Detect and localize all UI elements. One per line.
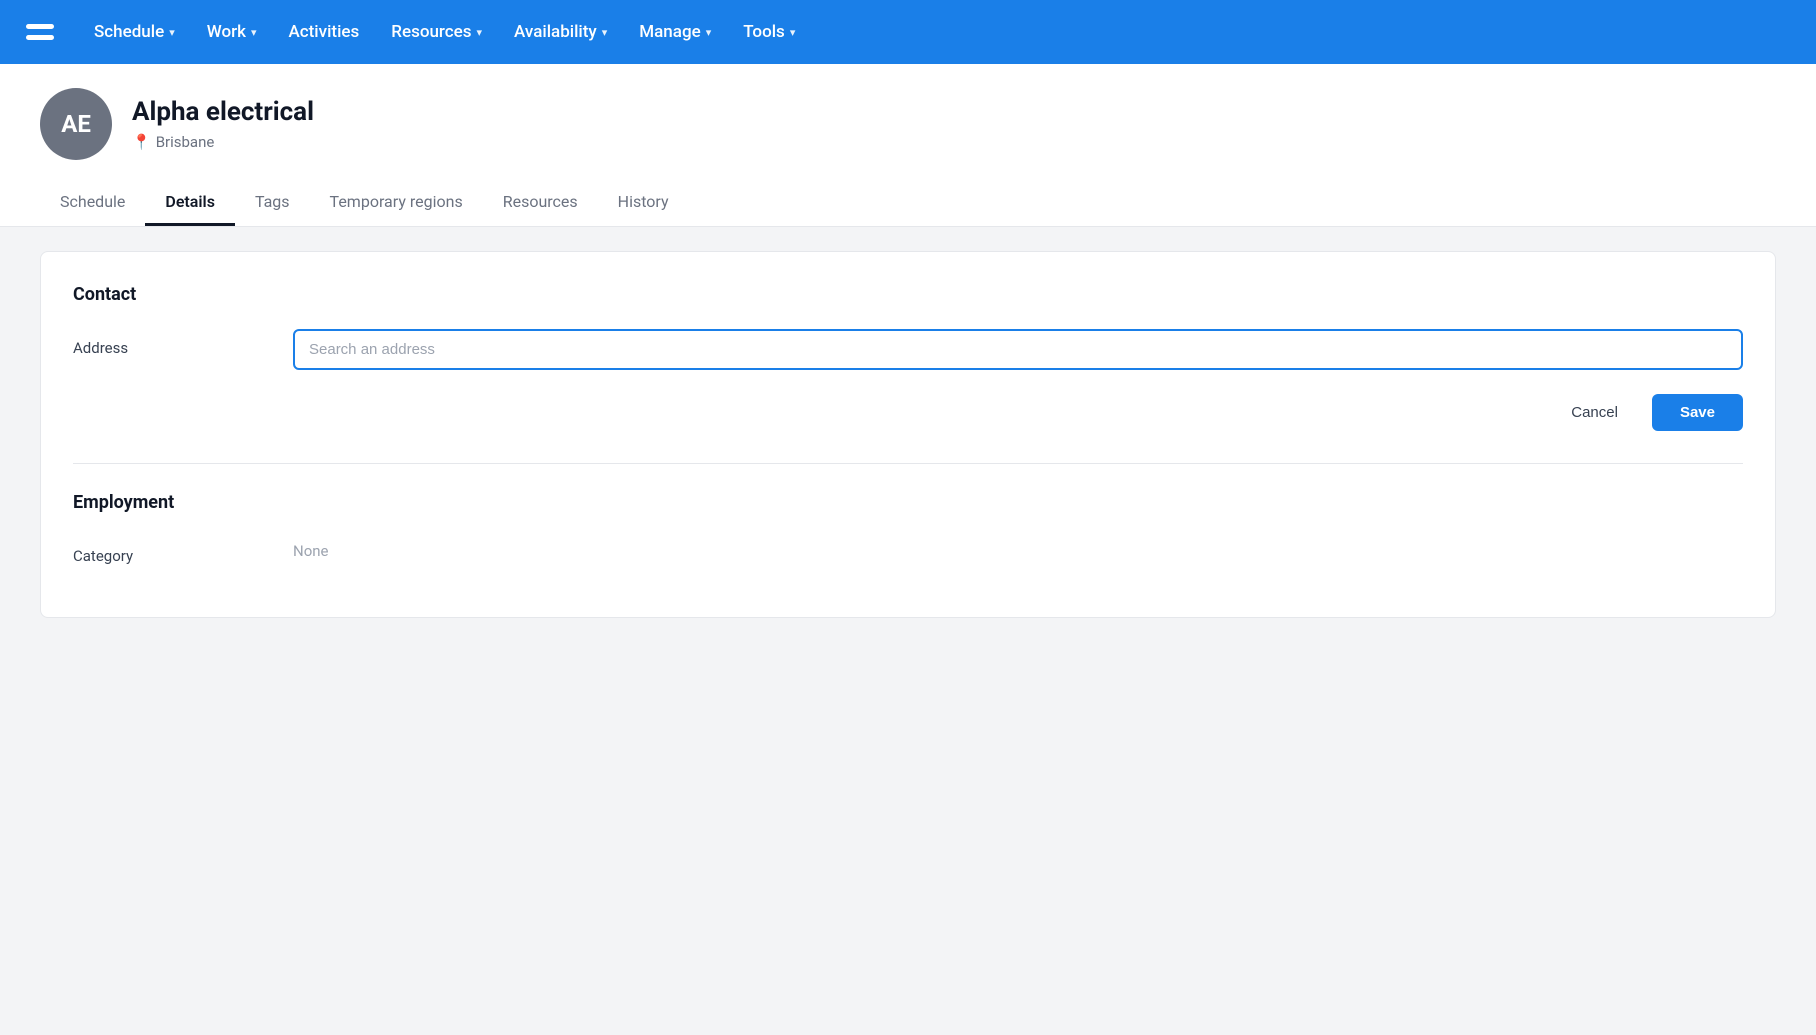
profile-location: 📍 Brisbane xyxy=(132,133,314,151)
brand-icon xyxy=(20,12,60,52)
nav-tools[interactable]: Tools ▾ xyxy=(729,14,809,50)
address-row: Address xyxy=(73,329,1743,370)
save-button[interactable]: Save xyxy=(1652,394,1743,431)
nav-availability[interactable]: Availability ▾ xyxy=(500,14,621,50)
address-input-wrap xyxy=(293,329,1743,370)
main-content: Contact Address Cancel Save Employment C… xyxy=(0,227,1816,1035)
chevron-down-icon: ▾ xyxy=(602,26,608,39)
profile-header: AE Alpha electrical 📍 Brisbane Schedule … xyxy=(0,64,1816,227)
category-value: None xyxy=(293,542,329,560)
address-input[interactable] xyxy=(293,329,1743,370)
tab-temporary-regions[interactable]: Temporary regions xyxy=(310,180,483,226)
chevron-down-icon: ▾ xyxy=(251,26,257,39)
nav-activities[interactable]: Activities xyxy=(275,14,374,50)
tab-tags[interactable]: Tags xyxy=(235,180,310,226)
tab-details[interactable]: Details xyxy=(145,180,235,226)
address-label: Address xyxy=(73,329,273,357)
tab-resources[interactable]: Resources xyxy=(483,180,598,226)
form-actions: Cancel Save xyxy=(73,394,1743,431)
cancel-button[interactable]: Cancel xyxy=(1549,394,1640,431)
contact-section-title: Contact xyxy=(73,284,1743,305)
nav-resources[interactable]: Resources ▾ xyxy=(377,14,496,50)
chevron-down-icon: ▾ xyxy=(790,26,796,39)
section-divider xyxy=(73,463,1743,464)
profile-name: Alpha electrical xyxy=(132,97,314,127)
location-pin-icon: 📍 xyxy=(132,133,151,151)
details-card: Contact Address Cancel Save Employment C… xyxy=(40,251,1776,618)
chevron-down-icon: ▾ xyxy=(706,26,712,39)
top-navigation: Schedule ▾ Work ▾ Activities Resources ▾… xyxy=(0,0,1816,64)
nav-manage[interactable]: Manage ▾ xyxy=(625,14,725,50)
category-label: Category xyxy=(73,537,273,565)
chevron-down-icon: ▾ xyxy=(477,26,483,39)
profile-tabs: Schedule Details Tags Temporary regions … xyxy=(40,180,1776,226)
nav-schedule[interactable]: Schedule ▾ xyxy=(80,14,189,50)
employment-section-title: Employment xyxy=(73,492,1743,513)
avatar: AE xyxy=(40,88,112,160)
profile-info: Alpha electrical 📍 Brisbane xyxy=(132,97,314,151)
logo[interactable] xyxy=(20,12,60,52)
chevron-down-icon: ▾ xyxy=(169,26,175,39)
nav-work[interactable]: Work ▾ xyxy=(193,14,271,50)
tab-schedule[interactable]: Schedule xyxy=(40,180,145,226)
tab-history[interactable]: History xyxy=(598,180,689,226)
category-row: Category None xyxy=(73,537,1743,565)
